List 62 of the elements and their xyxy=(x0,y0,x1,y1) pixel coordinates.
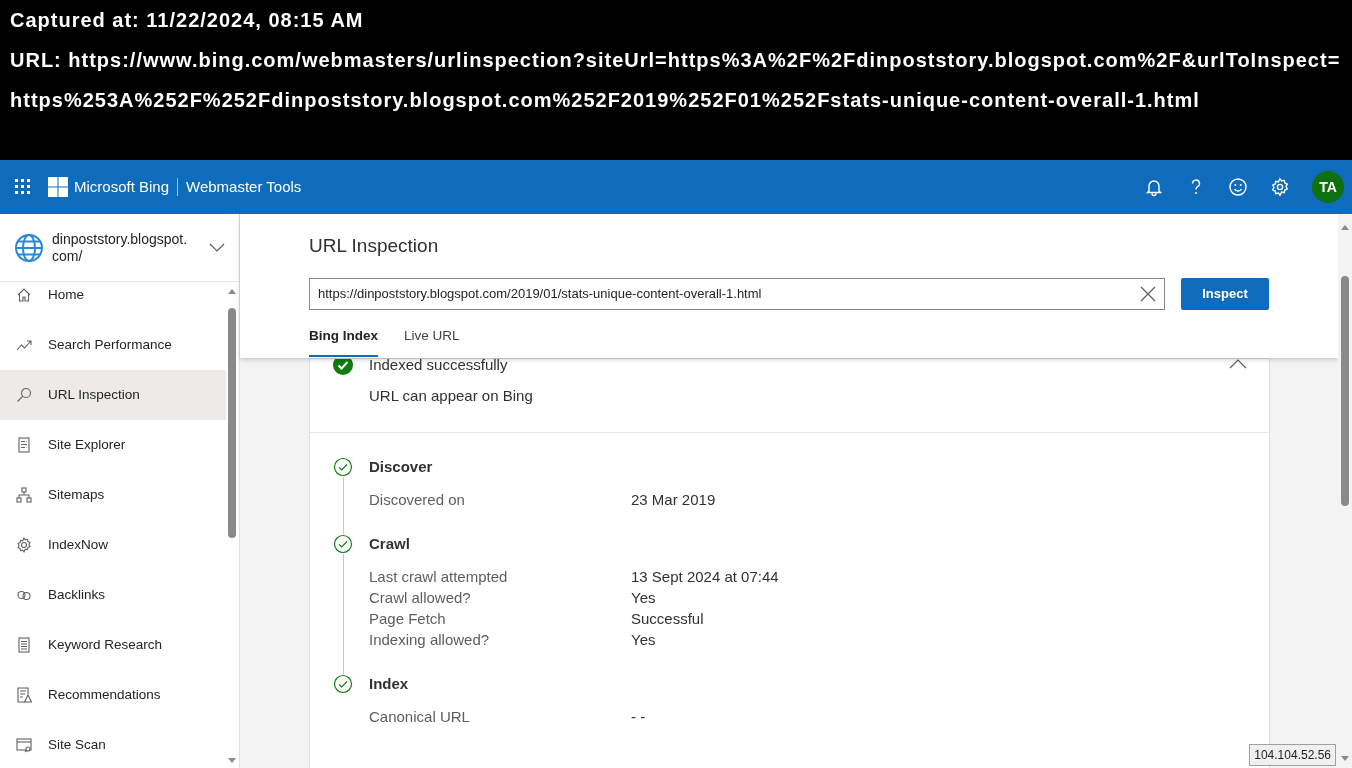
list-icon xyxy=(16,637,32,653)
check-circle-icon xyxy=(333,457,353,477)
scroll-thumb[interactable] xyxy=(228,308,236,538)
globe-icon xyxy=(14,232,44,263)
bell-icon[interactable] xyxy=(1144,177,1164,197)
nav-item[interactable]: URL Inspection xyxy=(0,370,226,420)
field-value: Successful xyxy=(631,609,704,629)
section-title: Discover xyxy=(369,456,433,477)
windows-logo-icon xyxy=(48,177,68,197)
hierarchy-icon xyxy=(16,487,32,503)
field-label: Crawl allowed? xyxy=(369,588,472,608)
nav-item[interactable]: Home xyxy=(0,282,226,320)
field-value: 23 Mar 2019 xyxy=(631,490,716,510)
nav-item[interactable]: Backlinks xyxy=(0,570,226,620)
capture-timestamp: Captured at: 11/22/2024, 08:15 AM xyxy=(10,8,365,33)
section-title: Index xyxy=(369,673,409,694)
check-circle-icon xyxy=(333,674,353,694)
site-name: dinpoststory.blogspot.com/ xyxy=(52,230,189,265)
page-title: URL Inspection xyxy=(309,234,440,258)
search-icon xyxy=(16,387,32,403)
clear-icon[interactable] xyxy=(1140,285,1156,302)
check-circle-icon xyxy=(333,534,353,554)
field-label: Discovered on xyxy=(369,490,466,510)
trend-icon xyxy=(16,337,32,353)
warning-document-icon xyxy=(16,687,32,703)
inspect-button[interactable]: Inspect xyxy=(1181,277,1269,310)
home-icon xyxy=(16,287,32,303)
product-name: Webmaster Tools xyxy=(186,176,302,197)
field-value: Yes xyxy=(631,630,656,650)
document-icon xyxy=(16,437,32,453)
status-subtitle: URL can appear on Bing xyxy=(369,386,534,406)
field-value: Yes xyxy=(631,588,656,608)
nav-item[interactable]: Recommendations xyxy=(0,670,226,720)
section-title: Crawl xyxy=(369,533,410,554)
tab[interactable]: Bing Index xyxy=(309,325,378,357)
field-label: Page Fetch xyxy=(369,609,447,629)
field-label: Last crawl attempted xyxy=(369,567,509,587)
avatar[interactable]: TA xyxy=(1312,171,1344,203)
brand-name: Microsoft Bing xyxy=(74,176,170,197)
chevron-down-icon[interactable] xyxy=(209,242,225,253)
chevron-up-icon[interactable] xyxy=(1229,359,1247,369)
status-title: Indexed successfully xyxy=(369,359,508,375)
nav-item[interactable]: Site Explorer xyxy=(0,420,226,470)
nav-item[interactable]: IndexNow xyxy=(0,520,226,570)
nav-item[interactable]: Search Performance xyxy=(0,320,226,370)
url-field[interactable]: https://dinpoststory.blogspot.com/2019/01/stats-unique-content-overall-1.html xyxy=(309,277,1165,310)
nav-item[interactable]: Sitemaps xyxy=(0,470,226,520)
settings-icon[interactable] xyxy=(1270,177,1290,197)
field-label: Canonical URL xyxy=(369,707,471,727)
window-search-icon xyxy=(16,737,32,753)
capture-url: URL: https://www.bing.com/webmasters/urlinspection?siteUrl=https%3A%2F%2Fdinpoststory.blogspot.com%2F&urlToInspect=https%253A%252F%252Fdinpoststory.blogspot.com%252F2019%252F01%252Fstats-unique-content-overall-1.html xyxy=(10,48,1342,113)
gear-icon xyxy=(16,537,32,553)
field-label: Indexing allowed? xyxy=(369,630,491,650)
app-launcher-icon[interactable] xyxy=(14,178,32,196)
field-value: 13 Sept 2024 at 07:44 xyxy=(631,567,779,587)
smiley-icon[interactable] xyxy=(1228,177,1248,197)
nav-item[interactable]: Site Scan xyxy=(0,720,226,768)
scroll-thumb[interactable] xyxy=(1341,276,1349,506)
field-value: - - xyxy=(631,707,646,727)
ip-address: 104.104.52.56 xyxy=(1249,744,1336,766)
tab[interactable]: Live URL xyxy=(404,325,460,357)
nav-item[interactable]: Keyword Research xyxy=(0,620,226,670)
